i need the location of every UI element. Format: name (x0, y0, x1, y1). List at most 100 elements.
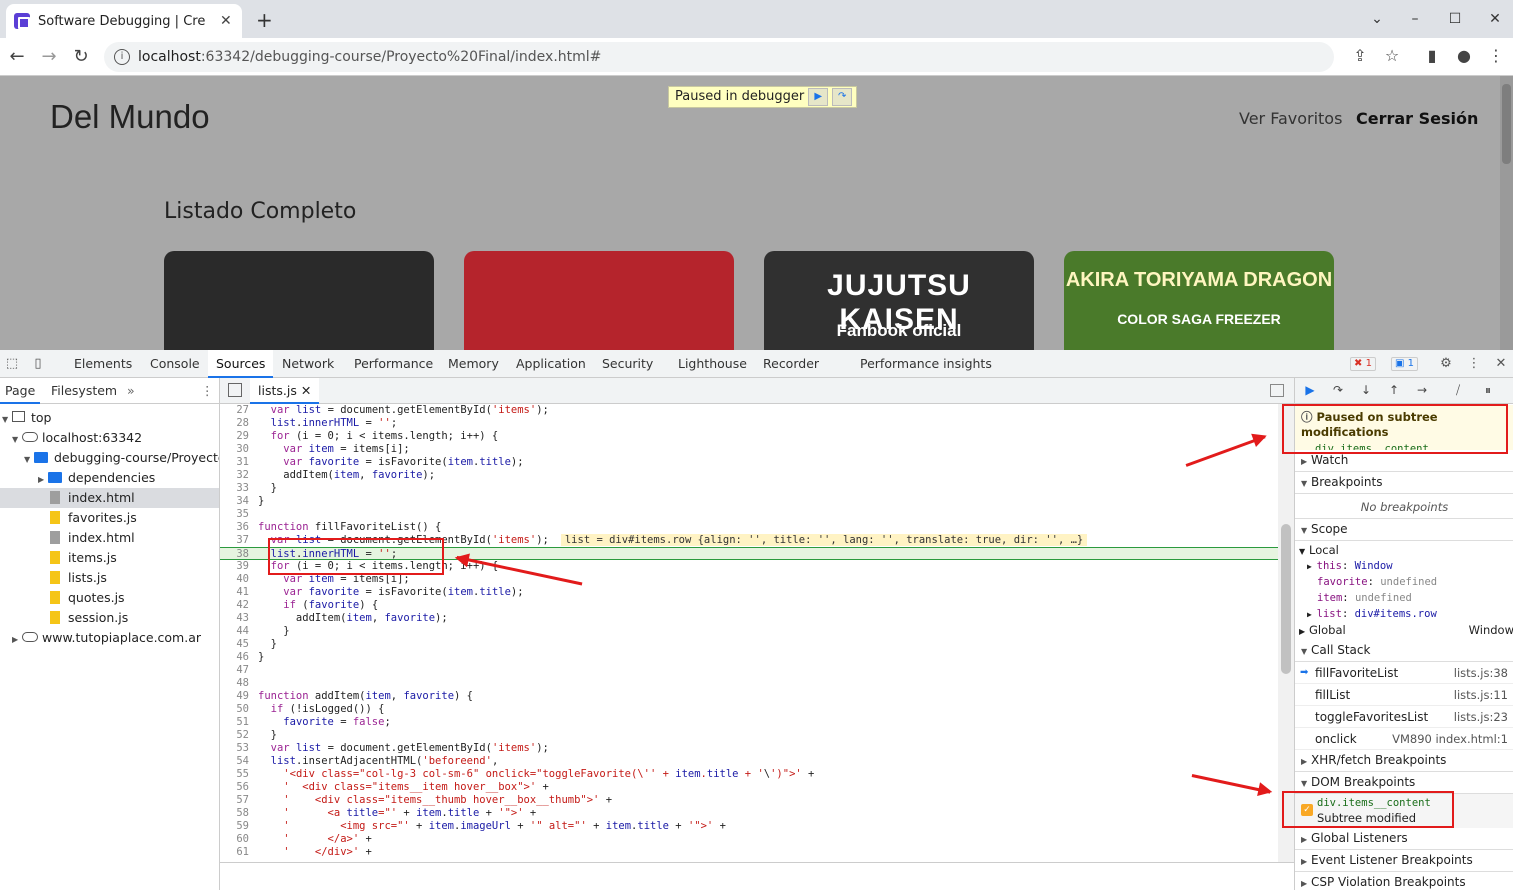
toggle-navigator-icon[interactable] (228, 383, 242, 397)
section-breakpoints[interactable]: ▼ Breakpoints (1295, 472, 1513, 494)
line-number[interactable]: 51 (220, 716, 258, 729)
frame-location[interactable]: lists.js:23 (1454, 706, 1508, 728)
device-toolbar-icon[interactable]: ▯ (30, 356, 46, 372)
code-view[interactable]: 27 var list = document.getElementById('i… (220, 404, 1280, 856)
line-number[interactable]: 57 (220, 794, 258, 807)
nav-favorites-link[interactable]: Ver Favoritos (1239, 109, 1342, 128)
line-number[interactable]: 42 (220, 599, 258, 612)
line-number[interactable]: 56 (220, 781, 258, 794)
scope-local[interactable]: ▼ Local (1295, 542, 1513, 558)
tab-security[interactable]: Security (594, 350, 661, 378)
tree-file[interactable]: quotes.js (0, 588, 219, 608)
tab-memory[interactable]: Memory (440, 350, 507, 378)
line-number[interactable]: 49 (220, 690, 258, 703)
scope-variable[interactable]: ▶ this: Window (1295, 558, 1513, 574)
page-scrollbar[interactable] (1500, 76, 1513, 350)
tab-performance[interactable]: Performance (346, 350, 441, 378)
tab-lighthouse[interactable]: Lighthouse (670, 350, 755, 378)
reload-icon[interactable]: ↻ (70, 46, 92, 67)
minimize-icon[interactable]: – (1404, 8, 1426, 30)
new-tab-icon[interactable]: + (256, 8, 273, 32)
line-number[interactable]: 53 (220, 742, 258, 755)
line-number[interactable]: 35 (220, 508, 258, 521)
scope-variable[interactable]: item: undefined (1295, 590, 1513, 606)
code-line[interactable]: 41 var favorite = isFavorite(item.title)… (220, 586, 1280, 599)
bookmark-star-icon[interactable]: ☆ (1381, 46, 1403, 65)
tree-file[interactable]: index.html (0, 488, 219, 508)
resume-icon[interactable]: ▶ (1301, 383, 1319, 399)
code-line[interactable]: 46} (220, 651, 1280, 664)
line-number[interactable]: 52 (220, 729, 258, 742)
line-number[interactable]: 58 (220, 807, 258, 820)
step-icon[interactable]: → (1413, 383, 1431, 399)
site-info-icon[interactable]: i (114, 49, 130, 65)
maximize-icon[interactable]: ☐ (1444, 8, 1466, 30)
code-line[interactable]: 51 favorite = false; (220, 716, 1280, 729)
browser-tab[interactable]: Software Debugging | Cre ✕ (6, 4, 242, 38)
code-line[interactable]: 33 } (220, 482, 1280, 495)
tab-elements[interactable]: Elements (66, 350, 140, 378)
line-number[interactable]: 46 (220, 651, 258, 664)
code-line[interactable]: 36 function fillFavoriteList() { (220, 521, 1280, 534)
scope-variable[interactable]: favorite: undefined (1295, 574, 1513, 590)
nav-logout-link[interactable]: Cerrar Sesión (1356, 109, 1478, 128)
line-number[interactable]: 47 (220, 664, 258, 677)
code-line[interactable]: 28 list.innerHTML = ''; (220, 417, 1280, 430)
tree-folder[interactable]: ▶ www.tutopiaplace.com.ar (0, 628, 219, 648)
section-xhr-breakpoints[interactable]: ▶ XHR/fetch Breakpoints (1295, 750, 1513, 772)
code-line[interactable]: 60 ' </a>' + (220, 833, 1280, 846)
code-line[interactable]: 42 if (favorite) { (220, 599, 1280, 612)
code-line[interactable]: 58 ' <a title="' + item.title + '">' + (220, 807, 1280, 820)
tree-folder[interactable]: ▶ dependencies (0, 468, 219, 488)
code-line[interactable]: 61 ' </div>' + (220, 846, 1280, 856)
line-number[interactable]: 60 (220, 833, 258, 846)
code-line[interactable]: 43 addItem(item, favorite); (220, 612, 1280, 625)
step-into-icon[interactable]: ↓ (1357, 383, 1375, 399)
line-number[interactable]: 33 (220, 482, 258, 495)
settings-gear-icon[interactable]: ⚙ (1438, 356, 1454, 372)
line-number[interactable]: 43 (220, 612, 258, 625)
code-line[interactable]: 56 ' <div class="items__item hover__box"… (220, 781, 1280, 794)
code-line[interactable]: 32 addItem(item, favorite); (220, 469, 1280, 482)
code-line[interactable]: 55 '<div class="col-lg-3 col-sm-6" oncli… (220, 768, 1280, 781)
item-card[interactable] (464, 251, 734, 350)
code-line[interactable]: 29 for (i = 0; i < items.length; i++) { (220, 430, 1280, 443)
pause-on-exceptions-icon[interactable]: ⏸ (1479, 383, 1497, 399)
tab-performance-insights[interactable]: Performance insights (852, 350, 1000, 378)
line-number[interactable]: 30 (220, 443, 258, 456)
line-number[interactable]: 31 (220, 456, 258, 469)
back-icon[interactable]: ← (6, 46, 28, 67)
tab-page[interactable]: Page (0, 378, 41, 404)
devtools-menu-icon[interactable]: ⋮ (1466, 356, 1482, 372)
code-line[interactable]: 34} (220, 495, 1280, 508)
line-number[interactable]: 59 (220, 820, 258, 833)
frame-location[interactable]: VM890 index.html:1 (1392, 728, 1508, 750)
share-icon[interactable]: ⇪ (1349, 46, 1371, 65)
call-stack-frame[interactable]: onclick VM890 index.html:1 (1295, 728, 1513, 750)
message-count-badge[interactable]: ▣ 1 (1391, 357, 1419, 371)
code-line[interactable]: 59 ' <img src="' + item.imageUrl + '" al… (220, 820, 1280, 833)
editor-scrollbar-thumb[interactable] (1281, 524, 1291, 674)
section-scope[interactable]: ▼ Scope (1295, 519, 1513, 541)
code-line[interactable]: 30 var item = items[i]; (220, 443, 1280, 456)
profile-avatar-icon[interactable]: ● (1453, 46, 1475, 65)
line-number[interactable]: 48 (220, 677, 258, 690)
close-file-icon[interactable]: ✕ (301, 383, 311, 398)
tree-file[interactable]: session.js (0, 608, 219, 628)
tab-search-icon[interactable]: ⌄ (1366, 8, 1388, 30)
code-line[interactable]: 31 var favorite = isFavorite(item.title)… (220, 456, 1280, 469)
line-number[interactable]: 39 (220, 560, 258, 573)
section-csp-breakpoints[interactable]: ▶ CSP Violation Breakpoints (1295, 872, 1513, 890)
line-number[interactable]: 28 (220, 417, 258, 430)
forward-icon[interactable]: → (38, 46, 60, 67)
call-stack-frame[interactable]: toggleFavoritesList lists.js:23 (1295, 706, 1513, 728)
line-number[interactable]: 45 (220, 638, 258, 651)
tab-sources[interactable]: Sources (208, 350, 274, 378)
code-line[interactable]: 53 var list = document.getElementById('i… (220, 742, 1280, 755)
code-line[interactable]: 49 function addItem(item, favorite) { (220, 690, 1280, 703)
code-line[interactable]: 54 list.insertAdjacentHTML('beforeend', (220, 755, 1280, 768)
more-tabs-icon[interactable]: » (122, 378, 140, 404)
code-line[interactable]: 57 ' <div class="items__thumb hover__box… (220, 794, 1280, 807)
tree-file[interactable]: lists.js (0, 568, 219, 588)
site-brand[interactable]: Del Mundo (50, 98, 210, 136)
